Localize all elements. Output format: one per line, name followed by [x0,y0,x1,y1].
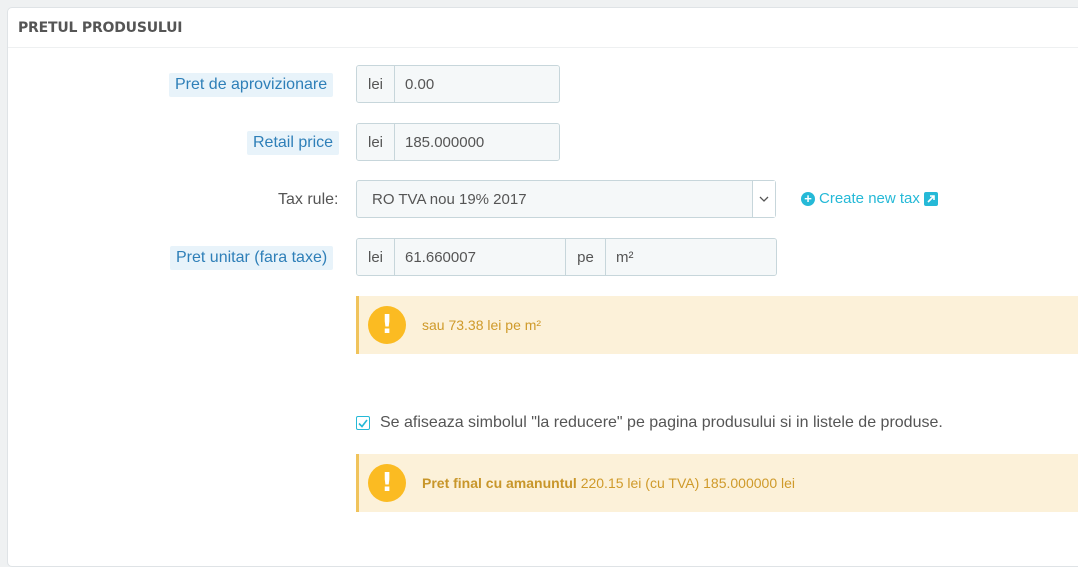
per-addon: pe [566,239,606,275]
tax-rule-selected: RO TVA nou 19% 2017 [372,190,527,208]
retail-price-input[interactable]: 185.000000 [395,124,559,160]
create-new-tax-label: Create new tax [819,190,920,207]
unit-price-alert: ! sau 73.38 lei pe m² [356,296,1078,354]
final-price-alert: ! Pret final cu amanuntul 220.15 lei (cu… [356,454,1078,512]
tax-rule-select[interactable]: RO TVA nou 19% 2017 [356,180,776,218]
tax-rule-label: Tax rule: [278,191,339,208]
check-icon [358,419,368,428]
final-price-alert-bold: Pret final cu amanuntul [422,475,577,491]
currency-addon: lei [357,124,395,160]
chevron-down-icon[interactable] [752,181,775,217]
warning-icon: ! [368,306,406,344]
create-new-tax-link[interactable]: + Create new tax [801,190,938,207]
unit-price-group: lei 61.660007 pe m² [356,238,777,276]
final-price-alert-text: Pret final cu amanuntul 220.15 lei (cu T… [422,475,795,491]
panel-title: PRETUL PRODUSULUI [8,8,1078,48]
currency-addon: lei [357,66,395,102]
on-sale-checkbox[interactable] [356,416,370,430]
external-link-icon [923,191,938,206]
unit-price-alert-text: sau 73.38 lei pe m² [422,317,542,333]
unity-input[interactable]: m² [606,239,776,275]
on-sale-option[interactable]: Se afiseaza simbolul "la reducere" pe pa… [356,414,943,432]
wholesale-price-group: lei 0.00 [356,65,560,103]
currency-addon: lei [357,239,395,275]
on-sale-label: Se afiseaza simbolul "la reducere" pe pa… [380,414,943,431]
plus-circle-icon: + [801,191,815,206]
unit-price-input[interactable]: 61.660007 [395,239,566,275]
retail-price-label: Retail price [247,131,340,155]
warning-icon: ! [368,464,406,502]
wholesale-price-label: Pret de aprovizionare [169,73,334,97]
retail-price-group: lei 185.000000 [356,123,560,161]
wholesale-price-input[interactable]: 0.00 [395,66,559,102]
final-price-alert-value: 220.15 lei (cu TVA) 185.000000 lei [580,475,795,491]
unit-price-label: Pret unitar (fara taxe) [170,246,334,270]
